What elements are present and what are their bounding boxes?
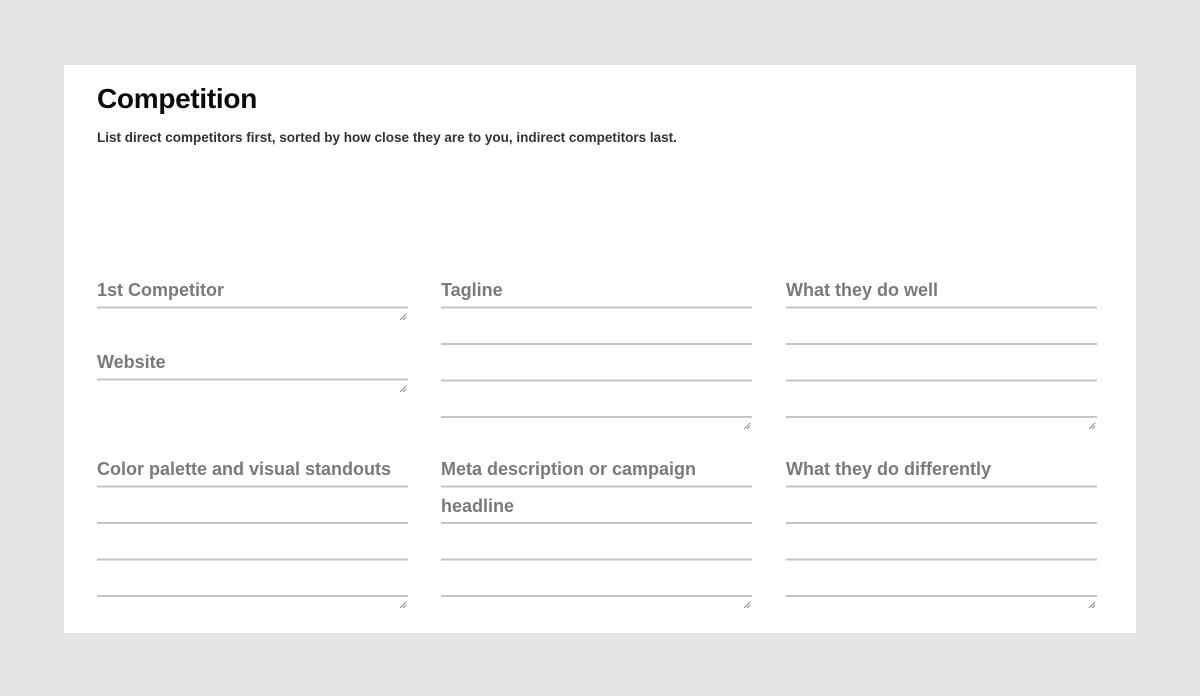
resize-grip-icon[interactable] (399, 313, 407, 321)
tagline-textarea[interactable]: Tagline (441, 272, 752, 418)
competitor-placeholder: 1st Competitor (97, 280, 225, 300)
does-well-textarea[interactable]: What they do well (786, 272, 1097, 418)
section-title: Competition (97, 83, 258, 114)
does-differently-textarea[interactable]: What they do differently (786, 451, 1097, 597)
resize-grip-icon[interactable] (743, 422, 751, 430)
does-differently-field[interactable]: What they do differently (786, 451, 1097, 609)
does-differently-placeholder: What they do differently (786, 459, 992, 479)
resize-grip-icon[interactable] (1088, 422, 1096, 430)
section-description: List direct competitors first, sorted by… (97, 130, 677, 145)
competition-card: Competition List direct competitors firs… (64, 65, 1136, 633)
resize-grip-icon[interactable] (399, 601, 407, 609)
website-textarea[interactable]: Website (97, 344, 408, 381)
does-well-field[interactable]: What they do well (786, 272, 1097, 430)
tagline-placeholder: Tagline (441, 280, 503, 300)
color-palette-field[interactable]: Color palette and visual standouts (97, 451, 408, 609)
meta-description-textarea[interactable]: Meta description or campaign headline (441, 451, 752, 597)
color-palette-placeholder: Color palette and visual standouts (97, 459, 392, 479)
competitor-field[interactable]: 1st Competitor (97, 272, 408, 320)
competitor-textarea[interactable]: 1st Competitor (97, 272, 408, 309)
resize-grip-icon[interactable] (1088, 601, 1096, 609)
website-field[interactable]: Website (97, 344, 408, 392)
resize-grip-icon[interactable] (743, 601, 751, 609)
meta-description-field[interactable]: Meta description or campaign headline (441, 451, 752, 609)
meta-description-placeholder: Meta description or campaign headline (441, 459, 697, 516)
tagline-field[interactable]: Tagline (441, 272, 752, 430)
website-placeholder: Website (97, 352, 166, 372)
does-well-placeholder: What they do well (786, 280, 939, 300)
resize-grip-icon[interactable] (399, 385, 407, 393)
color-palette-textarea[interactable]: Color palette and visual standouts (97, 451, 408, 597)
